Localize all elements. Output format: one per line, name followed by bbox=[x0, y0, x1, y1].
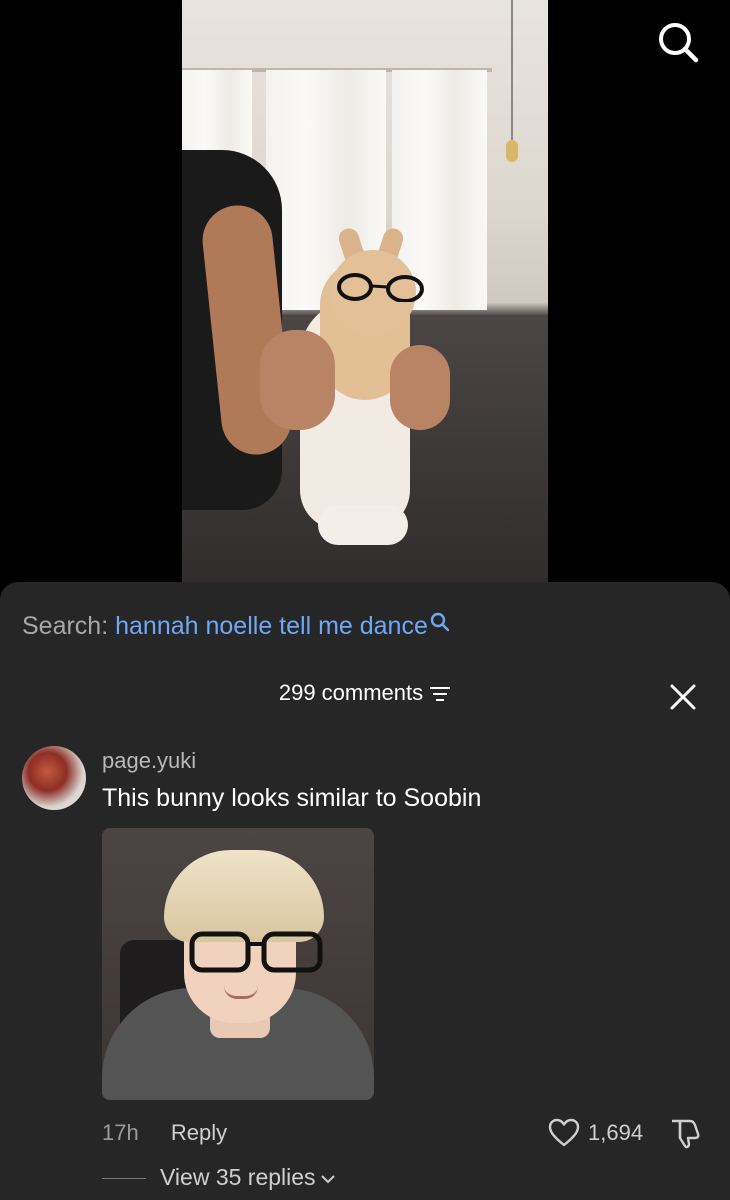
bunny-glasses bbox=[337, 273, 424, 302]
light-bulb bbox=[506, 140, 518, 162]
person-hand bbox=[260, 330, 335, 430]
like-button[interactable]: 1,694 bbox=[548, 1116, 643, 1150]
photo-glasses bbox=[189, 931, 323, 973]
related-search[interactable]: Search: hannah noelle tell me dance bbox=[22, 612, 450, 641]
divider-line bbox=[102, 1178, 146, 1180]
filter-icon[interactable] bbox=[429, 685, 451, 703]
search-icon[interactable] bbox=[656, 20, 700, 64]
comment-image[interactable] bbox=[102, 828, 374, 1100]
comments-sheet: Search: hannah noelle tell me dance 299 … bbox=[0, 582, 730, 1200]
view-replies-label: View 35 replies bbox=[160, 1164, 316, 1190]
close-icon[interactable] bbox=[668, 682, 698, 712]
search-label: Search: bbox=[22, 612, 109, 640]
comments-header: 299 comments bbox=[0, 680, 730, 706]
video-player[interactable] bbox=[0, 0, 730, 600]
avatar[interactable] bbox=[22, 746, 86, 810]
comment-meta: 17h Reply bbox=[102, 1120, 227, 1146]
thumbs-down-icon[interactable] bbox=[668, 1116, 702, 1150]
view-replies-button[interactable]: View 35 replies bbox=[102, 1164, 336, 1191]
search-icon bbox=[430, 612, 450, 632]
comment-time: 17h bbox=[102, 1120, 139, 1145]
comment-username[interactable]: page.yuki bbox=[102, 748, 196, 774]
video-frame[interactable] bbox=[182, 0, 548, 582]
reply-button[interactable]: Reply bbox=[171, 1120, 227, 1145]
heart-icon bbox=[548, 1118, 580, 1147]
bulb-wire bbox=[511, 0, 513, 140]
bunny-feet bbox=[318, 505, 408, 545]
search-query-link[interactable]: hannah noelle tell me dance bbox=[115, 612, 428, 640]
person-hand bbox=[390, 345, 450, 430]
comment-text: This bunny looks similar to Soobin bbox=[102, 784, 482, 812]
comments-count: 299 comments bbox=[278, 680, 424, 705]
chevron-down-icon bbox=[320, 1175, 335, 1184]
like-count: 1,694 bbox=[588, 1120, 644, 1145]
